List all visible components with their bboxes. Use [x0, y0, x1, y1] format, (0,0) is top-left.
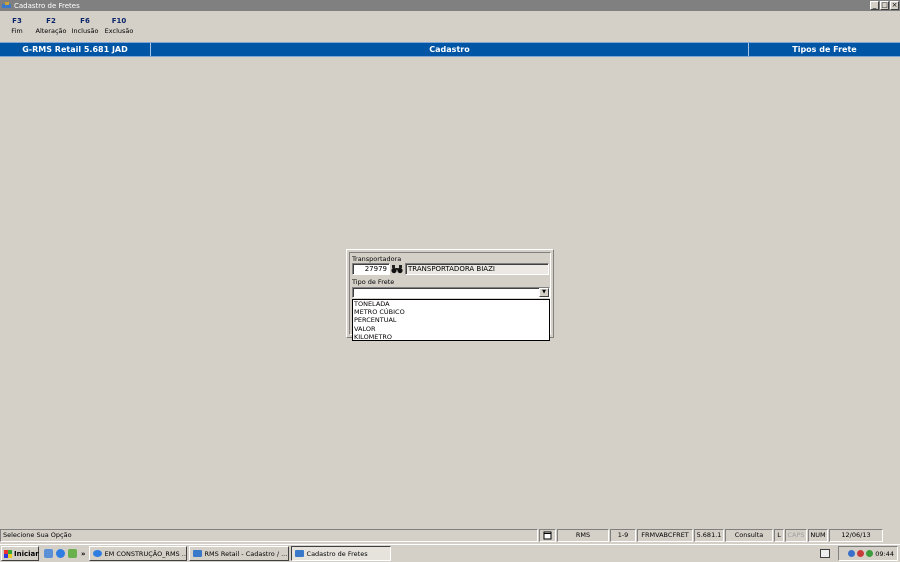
printer-icon[interactable] [820, 549, 830, 558]
status-range: 1-9 [610, 529, 636, 542]
task-rms-retail[interactable]: RMS Retail - Cadastro / ... [188, 546, 289, 561]
show-desktop-icon[interactable] [44, 549, 53, 558]
alteracao-key: F2 [46, 17, 56, 25]
option-valor[interactable]: VALOR [353, 325, 549, 333]
task-label-0: EM CONSTRUÇÃO_RMS ... [104, 549, 187, 558]
inclusao-label: Inclusão [71, 27, 99, 35]
document-icon [543, 531, 552, 540]
search-button[interactable] [390, 263, 404, 275]
inclusao-button[interactable]: F6 Inclusão [68, 16, 102, 40]
tipo-frete-label: Tipo de Frete [352, 278, 395, 286]
volume-icon[interactable] [866, 550, 874, 557]
status-db: RMS [557, 529, 609, 542]
security-icon[interactable] [857, 550, 865, 557]
task-label-2: Cadastro de Fretes [306, 549, 368, 558]
status-date: 12/06/13 [829, 529, 883, 542]
binoculars-icon [391, 265, 403, 274]
title-bar: Cadastro de Fretes _ □ × [0, 0, 900, 11]
system-name: G-RMS Retail 5.681 JAD [0, 43, 151, 56]
tipo-frete-dropdown-list: TONELADA METRO CÚBICO PERCENTUAL VALOR K… [352, 299, 550, 341]
exclusao-key: F10 [111, 17, 127, 25]
option-percentual[interactable]: PERCENTUAL [353, 316, 549, 324]
status-message: Selecione Sua Opção [0, 529, 538, 542]
task-label-1: RMS Retail - Cadastro / ... [204, 549, 288, 558]
status-num: NUM [808, 529, 828, 542]
window-controls: _ □ × [870, 1, 899, 10]
fim-label: Fim [11, 27, 23, 35]
dropdown-button[interactable]: ▼ [539, 288, 549, 297]
alteracao-label: Alteração [35, 27, 67, 35]
status-bar: Selecione Sua Opção RMS 1-9 FRMVABCFRET … [0, 529, 900, 542]
option-tonelada[interactable]: TONELADA [353, 300, 549, 308]
module-name: Cadastro [151, 43, 749, 56]
quick-launch [44, 549, 77, 558]
start-label: Iniciar [14, 549, 39, 558]
status-caps: CAPS [785, 529, 807, 542]
chevron-down-icon: ▼ [542, 289, 546, 295]
maximize-button[interactable]: □ [880, 1, 889, 10]
option-metro-cubico[interactable]: METRO CÚBICO [353, 308, 549, 316]
rms-task-icon [294, 550, 304, 557]
ie-task-icon [92, 550, 102, 557]
exclusao-button[interactable]: F10 Exclusão [102, 16, 136, 40]
status-version: 5.681.1 [694, 529, 724, 542]
option-kilometro[interactable]: KILOMETRO [353, 333, 549, 341]
exclusao-label: Exclusão [104, 27, 134, 35]
minimize-button[interactable]: _ [870, 1, 879, 10]
status-l: L [774, 529, 784, 542]
status-mode: Consulta [725, 529, 773, 542]
status-form: FRMVABCFRET [637, 529, 693, 542]
function-toolbar: F3 Fim F2 Alteração F6 Inclusão F10 Excl… [0, 16, 136, 40]
clock[interactable]: 09:44 [875, 550, 894, 558]
module-header: G-RMS Retail 5.681 JAD Cadastro Tipos de… [0, 42, 900, 57]
system-tray: 09:44 [838, 546, 898, 561]
rms-task-icon [192, 550, 202, 557]
section-name: Tipos de Frete [792, 45, 857, 54]
start-button[interactable]: Iniciar [1, 546, 39, 561]
chevron-right-icon[interactable]: » [81, 550, 86, 558]
document-icon-cell [539, 529, 556, 542]
transportadora-label: Transportadora [352, 255, 402, 263]
network-icon[interactable] [848, 550, 856, 557]
close-button[interactable]: × [890, 1, 899, 10]
transportadora-code-input[interactable]: 27979 [352, 263, 390, 275]
fim-button[interactable]: F3 Fim [0, 16, 34, 40]
inclusao-key: F6 [80, 17, 90, 25]
fim-key: F3 [12, 17, 22, 25]
windows-logo-icon [4, 549, 12, 558]
window-title: Cadastro de Fretes [14, 1, 80, 10]
task-em-construcao[interactable]: EM CONSTRUÇÃO_RMS ... [88, 546, 187, 561]
alteracao-button[interactable]: F2 Alteração [34, 16, 68, 40]
transportadora-name-field: TRANSPORTADORA BIAZI [405, 263, 549, 275]
tipo-frete-select[interactable]: ▼ [352, 287, 550, 298]
explorer-icon[interactable] [68, 549, 77, 558]
taskbar: Iniciar » EM CONSTRUÇÃO_RMS ... RMS Reta… [0, 544, 900, 562]
internet-explorer-icon[interactable] [56, 549, 65, 558]
app-icon [2, 1, 12, 10]
task-cadastro-fretes[interactable]: Cadastro de Fretes [290, 546, 391, 561]
